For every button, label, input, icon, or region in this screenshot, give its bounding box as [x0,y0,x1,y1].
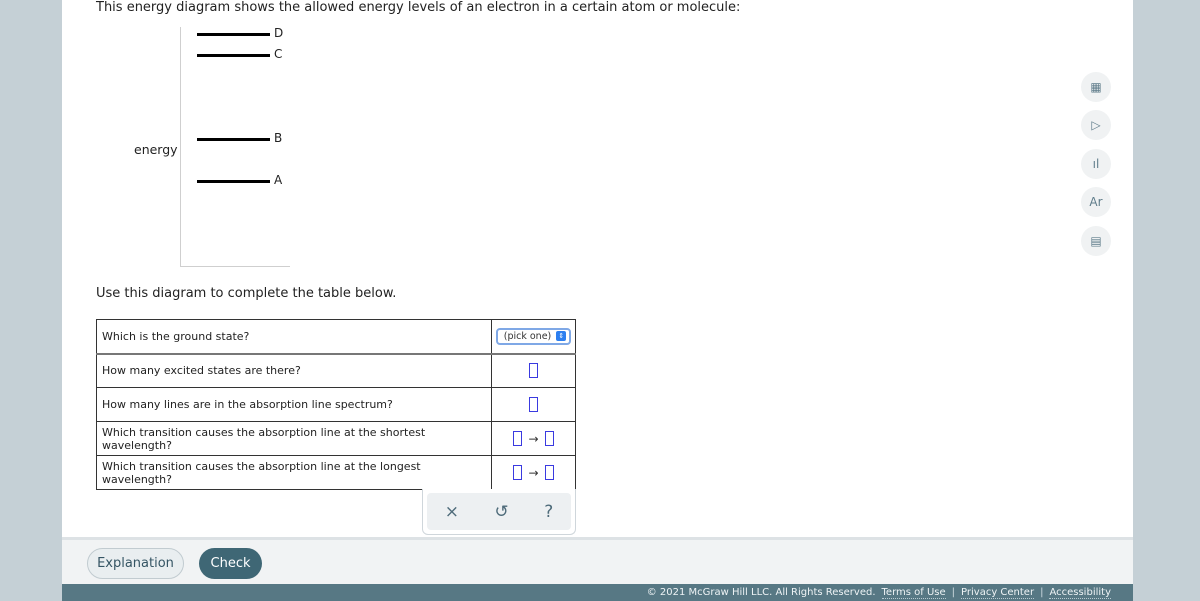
excited-states-input[interactable] [529,363,538,379]
longest-to-input[interactable] [544,465,554,480]
energy-level-label-c: C [274,47,283,61]
question-frame: This energy diagram shows the allowed en… [62,0,1133,601]
baseline-axis [180,266,290,267]
right-gutter [1133,0,1200,601]
select-spinner-icon: ⇕ [556,331,567,342]
energy-level-c [197,54,270,57]
shortest-to-input[interactable] [544,431,554,446]
table-row: Which is the ground state? (pick one) ⇕ [96,319,576,355]
table-row: Which transition causes the absorption l… [96,455,576,490]
privacy-link[interactable]: Privacy Center [961,587,1035,599]
intro-text: This energy diagram shows the allowed en… [96,0,741,15]
ground-state-select[interactable]: (pick one) ⇕ [495,327,572,345]
clear-icon[interactable]: × [445,502,459,522]
footer-separator: | [1040,587,1044,598]
energy-axis [180,27,181,267]
question-cell: Which transition causes the absorption l… [96,455,492,490]
copyright-text: © 2021 McGraw Hill LLC. All Rights Reser… [646,587,876,598]
longest-from-input[interactable] [513,465,523,480]
question-cell: Which transition causes the absorption l… [96,421,492,456]
answer-cell: → [491,455,576,490]
question-table: Which is the ground state? (pick one) ⇕ … [96,319,576,490]
energy-level-a [197,180,270,183]
select-value: (pick one) [503,330,552,342]
action-bar: Explanation Check [62,537,1133,584]
question-cell: Which is the ground state? [96,319,492,355]
accessibility-link[interactable]: Accessibility [1049,587,1111,599]
answer-tool-panel: × ↺ ? [422,489,576,535]
question-cell: How many lines are in the absorption lin… [96,387,492,422]
terms-link[interactable]: Terms of Use [881,587,946,599]
explanation-button[interactable]: Explanation [87,548,184,579]
calculator-icon[interactable]: ▦ [1081,72,1111,102]
answer-cell [491,387,576,422]
question-cell: How many excited states are there? [96,353,492,388]
chart-icon[interactable]: ıl [1081,149,1111,179]
shortest-from-input[interactable] [513,431,523,446]
answer-cell: (pick one) ⇕ [491,319,576,355]
help-icon[interactable]: ? [544,502,553,522]
energy-level-b [197,138,270,141]
table-row: Which transition causes the absorption l… [96,421,576,456]
instruction-text: Use this diagram to complete the table b… [96,286,397,301]
answer-cell: → [491,421,576,456]
energy-level-label-d: D [274,26,284,40]
absorption-lines-input[interactable] [529,397,538,412]
energy-level-label-b: B [274,131,283,145]
video-icon[interactable]: ▷ [1081,110,1111,140]
energy-axis-label: energy [134,142,178,157]
table-row: How many lines are in the absorption lin… [96,387,576,422]
energy-level-d [197,33,270,36]
energy-level-label-a: A [274,173,283,187]
footer: © 2021 McGraw Hill LLC. All Rights Reser… [62,584,1133,601]
table-row: How many excited states are there? [96,353,576,388]
periodic-table-icon[interactable]: Ar [1081,187,1111,217]
answer-cell [491,353,576,388]
arrow-icon: → [528,431,539,446]
check-button[interactable]: Check [199,548,262,579]
reference-icon[interactable]: ▤ [1081,226,1111,256]
arrow-icon: → [528,465,539,480]
undo-icon[interactable]: ↺ [494,502,508,522]
footer-separator: | [951,587,956,598]
